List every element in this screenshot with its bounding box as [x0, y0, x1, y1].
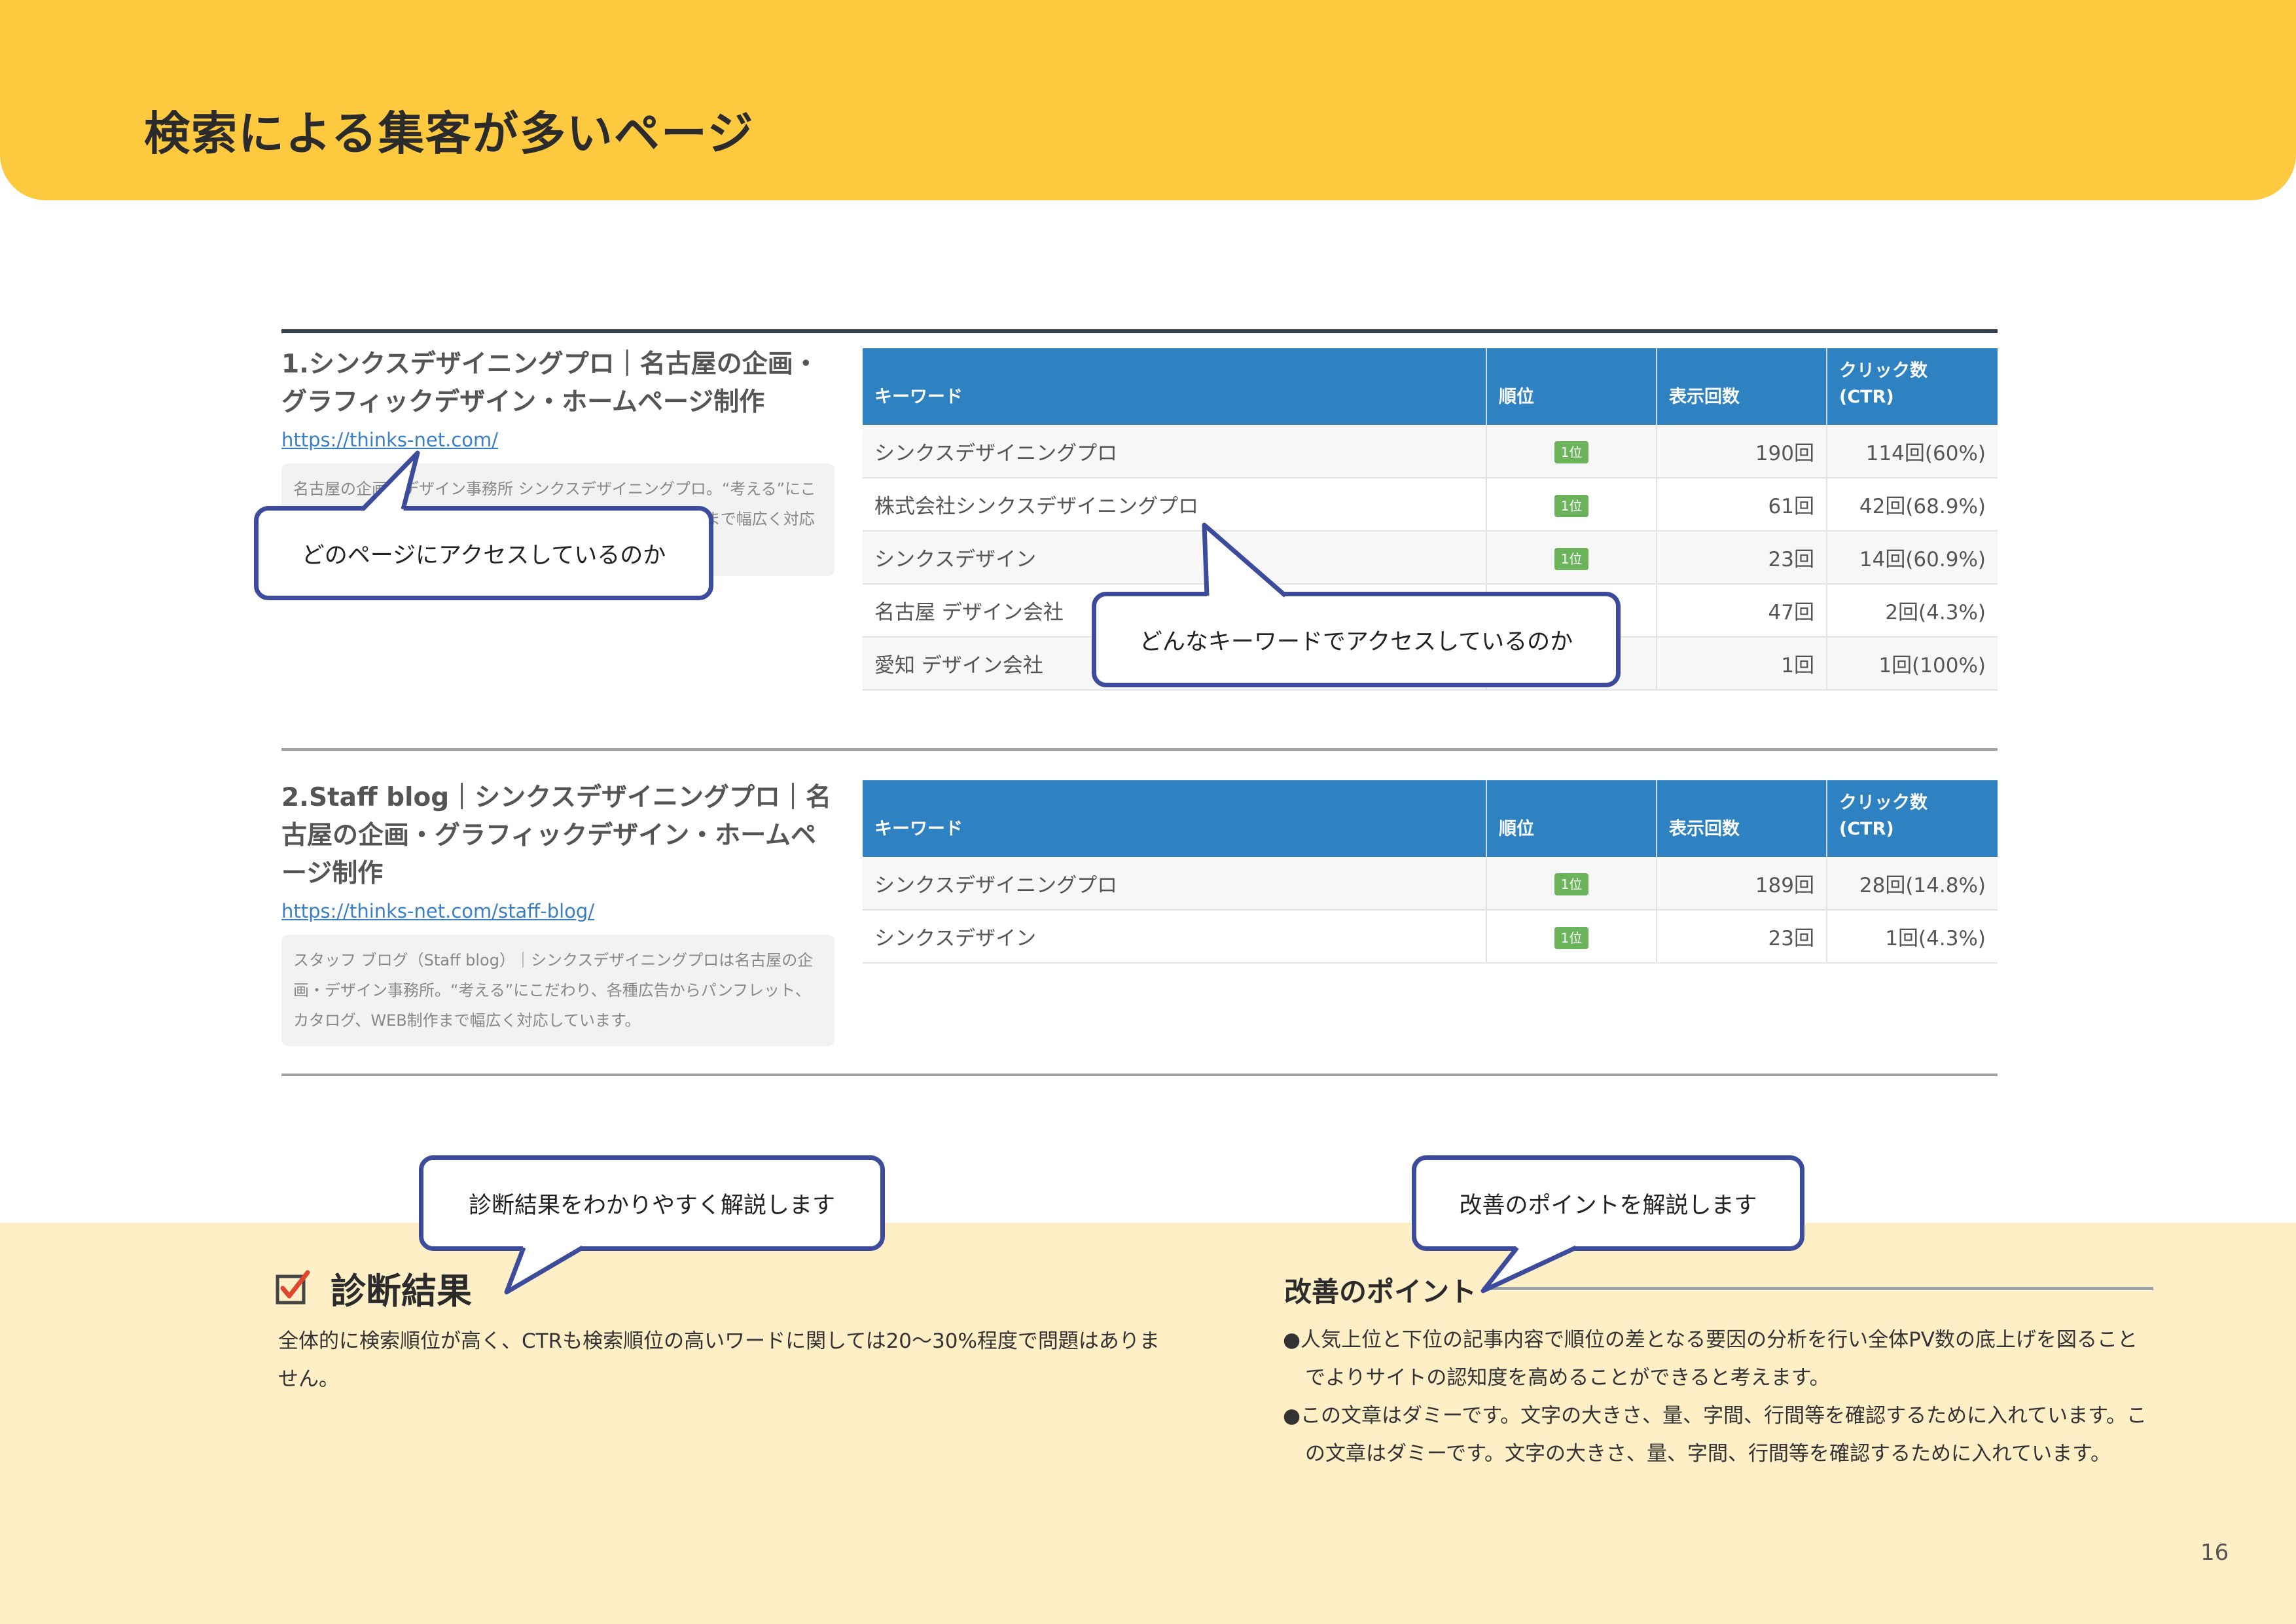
rank-badge: 1位 — [1554, 441, 1589, 463]
clicks-cell: 114回(60%) — [1827, 425, 1998, 478]
column-header-rank: 順位 — [1486, 348, 1657, 425]
impressions-cell: 23回 — [1657, 531, 1827, 585]
impressions-cell: 189回 — [1657, 857, 1827, 911]
diagnosis-text: 全体的に検索順位が高く、CTRも検索順位の高いワードに関しては20〜30%程度で… — [278, 1329, 1160, 1391]
table-row: シンクスデザイン 1位 23回 1回(4.3%) — [863, 910, 1998, 964]
section-divider-top — [281, 329, 1998, 333]
callout-text: どのページにアクセスしているのか — [301, 542, 666, 569]
list-item: ●この文章はダミーです。文字の大きさ、量、字間、行間等を確認するために入れていま… — [1283, 1404, 2147, 1466]
impressions-cell: 23回 — [1657, 910, 1827, 964]
clicks-cell: 42回(68.9%) — [1827, 478, 1998, 532]
list-item: ●人気上位と下位の記事内容で順位の差となる要因の分析を行い全体PV数の底上げを図… — [1283, 1328, 2138, 1390]
clicks-cell: 2回(4.3%) — [1827, 584, 1998, 638]
column-header-rank: 順位 — [1486, 780, 1657, 857]
callout-diagnosis-explain: 診断結果をわかりやすく解説します — [419, 1155, 885, 1251]
callout-text: 改善のポイントを解説します — [1459, 1192, 1757, 1219]
keyword-table-2: キーワード 順位 表示回数 クリック数 (CTR) シンクスデザイニングプロ 1位… — [863, 780, 1998, 964]
callout-text: どんなキーワードでアクセスしているのか — [1139, 628, 1573, 655]
callout-tail — [1202, 522, 1287, 598]
table-row: シンクスデザイニングプロ 1位 190回 114回(60%) — [863, 425, 1998, 478]
improvement-title: 改善のポイント — [1284, 1276, 1477, 1308]
page-heading: 2.Staff blog｜シンクスデザイニングプロ｜名古屋の企画・グラフィックデ… — [281, 783, 831, 888]
section-divider-bottom — [281, 1074, 1998, 1076]
rank-badge: 1位 — [1554, 494, 1589, 517]
keyword-cell: シンクスデザイン — [863, 531, 1487, 585]
column-header-impressions: 表示回数 — [1657, 348, 1827, 425]
rank-badge: 1位 — [1554, 873, 1589, 895]
table-row: 株式会社シンクスデザイニングプロ 1位 61回 42回(68.9%) — [863, 478, 1998, 532]
callout-page-access: どのページにアクセスしているのか — [254, 506, 713, 600]
improvement-list: ●人気上位と下位の記事内容で順位の差となる要因の分析を行い全体PV数の底上げを図… — [1283, 1321, 2153, 1473]
callout-tail — [1480, 1245, 1577, 1293]
impressions-cell: 47回 — [1657, 584, 1827, 638]
impressions-cell: 1回 — [1657, 637, 1827, 691]
rank-badge: 1位 — [1554, 547, 1589, 570]
column-header-keyword: キーワード — [863, 780, 1487, 857]
checkbox-checked-icon — [276, 1270, 310, 1305]
page-block-2: 2.Staff blog｜シンクスデザイニングプロ｜名古屋の企画・グラフィックデ… — [281, 779, 834, 1046]
keyword-cell: シンクスデザイン — [863, 910, 1487, 964]
table-row: シンクスデザイン 1位 23回 14回(60.9%) — [863, 531, 1998, 585]
page-number: 16 — [2200, 1540, 2229, 1566]
page-heading: 1.シンクスデザイニングプロ｜名古屋の企画・グラフィックデザイン・ホームページ制… — [281, 350, 819, 417]
keyword-cell: 株式会社シンクスデザイニングプロ — [863, 478, 1487, 532]
clicks-cell: 1回(4.3%) — [1827, 910, 1998, 964]
keyword-cell: シンクスデザイニングプロ — [863, 425, 1487, 478]
callout-tail — [361, 450, 420, 512]
rank-badge: 1位 — [1554, 926, 1589, 949]
clicks-cell: 1回(100%) — [1827, 637, 1998, 691]
callout-improvement-explain: 改善のポイントを解説します — [1412, 1155, 1804, 1251]
column-header-clicks: クリック数 (CTR) — [1827, 780, 1998, 857]
impressions-cell: 61回 — [1657, 478, 1827, 532]
keyword-cell: シンクスデザイニングプロ — [863, 857, 1487, 911]
callout-tail — [504, 1245, 584, 1295]
impressions-cell: 190回 — [1657, 425, 1827, 478]
page-url-link[interactable]: https://thinks-net.com/staff-blog/ — [281, 898, 834, 924]
clicks-cell: 14回(60.9%) — [1827, 531, 1998, 585]
column-header-keyword: キーワード — [863, 348, 1487, 425]
page-title: 検索による集客が多いページ — [144, 107, 755, 160]
diagnosis-title: 診断結果 — [331, 1271, 472, 1312]
callout-text: 診断結果をわかりやすく解説します — [468, 1192, 835, 1219]
clicks-cell: 28回(14.8%) — [1827, 857, 1998, 911]
column-header-clicks: クリック数 (CTR) — [1827, 348, 1998, 425]
column-header-impressions: 表示回数 — [1657, 780, 1827, 857]
section-divider-middle — [281, 748, 1998, 751]
table-row: シンクスデザイニングプロ 1位 189回 28回(14.8%) — [863, 857, 1998, 911]
page-description: スタッフ ブログ（Staff blog）｜シンクスデザイニングプロは名古屋の企画… — [281, 935, 834, 1046]
callout-keyword-access: どんなキーワードでアクセスしているのか — [1092, 592, 1621, 687]
